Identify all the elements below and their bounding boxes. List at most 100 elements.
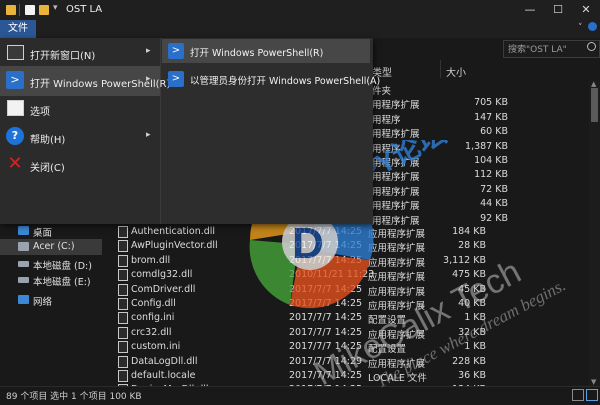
file-icon	[118, 283, 128, 296]
nav-item-label: 本地磁盘 (D:)	[33, 261, 92, 272]
menu-item-open-new-window[interactable]: 打开新窗口(N) ▸	[0, 38, 160, 68]
menu-item-label: 选项	[30, 107, 50, 118]
file-row[interactable]: Config.dll 2017/7/7 14:25 应用程序扩展 40 KB	[118, 297, 588, 312]
submenu-arrow-icon: ▸	[146, 74, 151, 84]
file-name: default.locale	[131, 370, 196, 381]
help-icon[interactable]	[588, 22, 597, 31]
file-size: 32 KB	[458, 326, 486, 338]
new-window-icon	[7, 45, 24, 60]
options-icon	[7, 100, 24, 116]
file-row[interactable]: default.locale 2017/7/7 14:25 LOCALE 文件 36 …	[118, 369, 588, 384]
scroll-down-icon[interactable]: ▼	[591, 378, 596, 386]
submenu-arrow-icon: ▸	[146, 46, 151, 56]
nav-item-network[interactable]: 网络	[0, 292, 112, 308]
submenu-arrow-icon: ▸	[146, 130, 151, 140]
file-size: 3,112 KB	[443, 254, 486, 266]
drive-icon	[18, 242, 29, 251]
file-date: 2017/7/7 14:25	[289, 283, 363, 295]
file-name: comdlg32.dll	[131, 269, 193, 281]
file-date: 2010/11/21 11:23	[289, 269, 375, 281]
file-date: 2017/7/7 14:25	[289, 254, 363, 266]
file-icon	[118, 269, 128, 282]
file-icon	[118, 326, 128, 339]
file-name: crc32.dll	[131, 326, 172, 338]
file-size: 45 KB	[458, 283, 486, 295]
file-name: Config.dll	[131, 298, 176, 309]
search-icon[interactable]	[587, 42, 596, 51]
vertical-scrollbar[interactable]	[589, 80, 600, 386]
file-size: 1 KB	[464, 312, 486, 324]
file-icon	[118, 240, 128, 253]
file-size: 40 KB	[458, 298, 486, 309]
file-name: DataLogDll.dll	[131, 355, 198, 367]
submenu-item-label: 打开 Windows PowerShell(R)	[190, 48, 324, 59]
nav-item-disk-e[interactable]: 本地磁盘 (E:)	[0, 272, 112, 288]
large-icons-view-icon[interactable]	[586, 389, 598, 401]
submenu-item-open-powershell[interactable]: > 打开 Windows PowerShell(R)	[162, 39, 370, 63]
file-date: 2017/7/7 14:25	[289, 326, 363, 338]
file-size: 36 KB	[458, 370, 486, 381]
file-date: 2017/7/7 14:29	[289, 355, 363, 367]
column-header-size[interactable]: 大小	[446, 64, 466, 79]
file-row[interactable]: config.ini 2017/7/7 14:25 配置设置 1 KB	[118, 311, 588, 326]
minimize-button[interactable]: —	[516, 0, 544, 20]
window-title: OST LA	[66, 4, 103, 15]
expand-ribbon-icon[interactable]: ˅	[578, 23, 583, 33]
maximize-button[interactable]: ☐	[544, 0, 572, 20]
file-icon	[118, 341, 128, 354]
file-row[interactable]: comdlg32.dll 2010/11/21 11:23 应用程序扩展 475 KB	[118, 268, 588, 283]
file-date: 2017/7/7 14:25	[289, 240, 363, 252]
file-tab[interactable]: 文件	[0, 20, 36, 38]
menu-item-help[interactable]: ? 帮助(H) ▸	[0, 122, 160, 152]
new-folder-icon[interactable]	[39, 5, 49, 15]
drive-icon	[18, 277, 29, 283]
nav-item-disk-d[interactable]: 本地磁盘 (D:)	[0, 256, 112, 272]
nav-item-desktop[interactable]: 桌面	[0, 223, 112, 239]
file-date: 2017/7/7 14:25	[289, 226, 363, 237]
file-date: 2017/7/7 14:25	[289, 370, 363, 381]
details-view-icon[interactable]	[572, 389, 584, 401]
file-row[interactable]: custom.ini 2017/7/7 14:25 配置设置 1 KB	[118, 340, 588, 355]
properties-icon[interactable]	[25, 5, 35, 15]
file-name: Authentication.dll	[131, 226, 216, 237]
file-row[interactable]: crc32.dll 2017/7/7 14:25 应用程序扩展 32 KB	[118, 326, 588, 341]
file-icon	[118, 298, 128, 310]
file-icon	[118, 226, 128, 238]
menu-item-label: 帮助(H)	[30, 135, 66, 146]
file-icon	[118, 370, 128, 382]
file-size: 1 KB	[464, 341, 486, 353]
scroll-up-icon[interactable]: ▲	[591, 80, 596, 88]
file-icon	[118, 312, 128, 325]
desktop-icon	[18, 226, 29, 235]
nav-item-acer-c[interactable]: Acer (C:)	[0, 239, 102, 255]
close-window-button[interactable]: ✕	[572, 0, 600, 20]
file-name: config.ini	[131, 312, 175, 324]
search-placeholder: 搜索"OST LA"	[508, 45, 567, 55]
submenu-item-label: 以管理员身份打开 Windows PowerShell(A)	[190, 76, 381, 87]
nav-item-label: 本地磁盘 (E:)	[33, 277, 91, 288]
folder-icon	[6, 5, 16, 15]
powershell-icon: >	[168, 43, 184, 59]
column-separator[interactable]	[440, 60, 441, 78]
file-icon	[118, 254, 128, 267]
menu-item-open-powershell[interactable]: > 打开 Windows PowerShell(R) ▸	[0, 66, 170, 96]
file-size: 184 KB	[452, 226, 486, 237]
file-row[interactable]: AwPluginVector.dll 2017/7/7 14:25 应用程序扩展 28…	[118, 239, 588, 254]
submenu-item-open-powershell-admin[interactable]: > 以管理员身份打开 Windows PowerShell(A)	[162, 67, 380, 91]
file-row[interactable]: ComDriver.dll 2017/7/7 14:25 应用程序扩展 45 KB	[118, 283, 588, 298]
file-row[interactable]: brom.dll 2017/7/7 14:25 应用程序扩展 3,112 KB	[118, 254, 588, 269]
status-text: 89 个项目 选中 1 个项目 100 KB	[6, 392, 142, 402]
nav-item-label: 网络	[33, 297, 53, 308]
menu-item-options[interactable]: 选项	[0, 94, 160, 124]
file-date: 2017/7/7 14:25	[289, 341, 363, 353]
file-row[interactable]: DataLogDll.dll 2017/7/7 14:29 应用程序扩展 228 KB	[118, 355, 588, 370]
file-icon	[118, 355, 128, 368]
quick-access-dropdown-icon[interactable]: ▾	[53, 3, 58, 13]
file-row[interactable]: Authentication.dll 2017/7/7 14:25 应用程序扩展 18…	[118, 225, 588, 240]
drive-icon	[18, 261, 29, 267]
file-date: 2017/7/7 14:25	[289, 298, 363, 309]
menu-item-close[interactable]: ✕ 关闭(C)	[0, 150, 160, 180]
powershell-icon: >	[6, 71, 24, 89]
scrollbar-thumb[interactable]	[591, 88, 598, 122]
nav-item-label: Acer (C:)	[33, 241, 75, 252]
